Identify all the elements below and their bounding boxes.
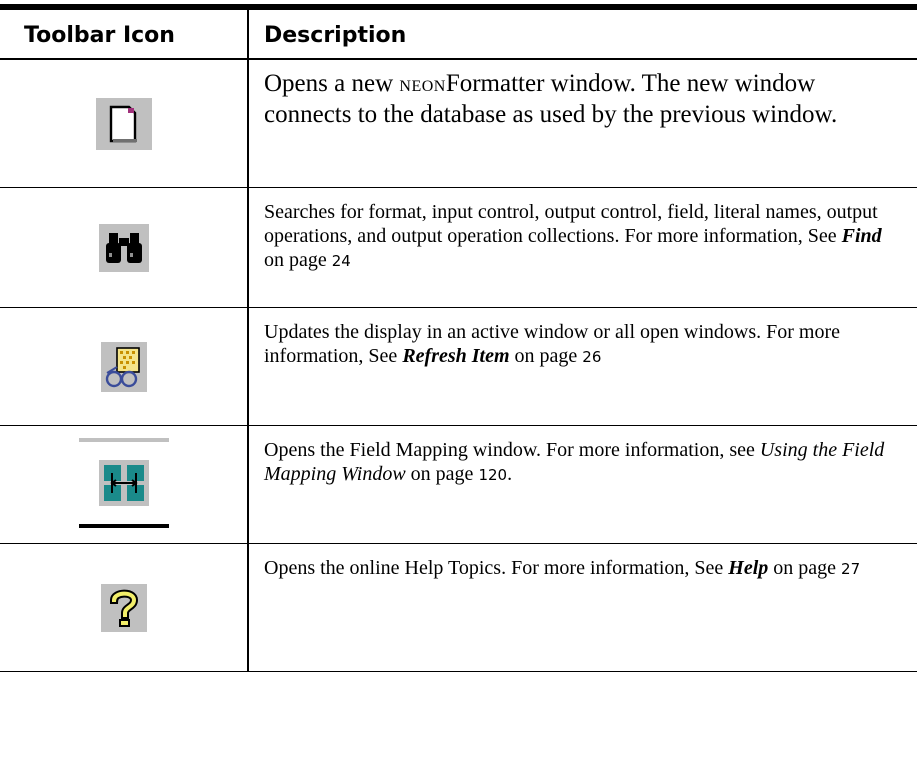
page-number: 27 (841, 560, 861, 578)
table-row-find: Searches for format, input control, outp… (0, 188, 917, 308)
description-help: Opens the online Help Topics. For more i… (249, 544, 917, 671)
description-text: Opens the online Help Topics. For more i… (264, 557, 729, 579)
table-row-refresh: Updates the display in an active window … (0, 308, 917, 426)
help-question-icon (100, 583, 147, 632)
xref-refresh-link[interactable]: Refresh Item (402, 345, 509, 367)
table-row-help: Opens the online Help Topics. For more i… (0, 544, 917, 672)
header-cell-description: Description (249, 10, 917, 58)
xref-help-link[interactable]: Help (728, 557, 768, 579)
header-cell-icon: Toolbar Icon (0, 10, 249, 58)
description-refresh: Updates the display in an active window … (249, 308, 917, 425)
description-text: on page (405, 463, 479, 485)
description-text: Searches for format, input control, outp… (264, 201, 878, 247)
description-field-mapping: Opens the Field Mapping window. For more… (249, 426, 917, 543)
table-header-row: Toolbar Icon Description (0, 10, 917, 60)
table-row-field-mapping: Opens the Field Mapping window. For more… (0, 426, 917, 544)
description-find: Searches for format, input control, outp… (249, 188, 917, 307)
refresh-item-icon (100, 341, 147, 392)
description-text: on page (509, 345, 583, 367)
description-text: Opens the Field Mapping window. For more… (264, 439, 760, 461)
toolbar-icon-table: Toolbar Icon Description Opens a new NEO… (0, 4, 917, 672)
icon-cell-new (0, 60, 249, 187)
icon-cell-find (0, 188, 249, 307)
description-text: on page (768, 557, 842, 579)
field-mapping-icon (78, 437, 169, 532)
binoculars-icon (98, 223, 149, 272)
page-number: 120 (478, 466, 508, 484)
table-row-new: Opens a new NEONFormatter window. The ne… (0, 60, 917, 188)
description-text: on page (264, 249, 332, 271)
page-number: 26 (582, 348, 602, 366)
neon-brand-text: NEON (399, 78, 446, 95)
xref-find-link[interactable]: Find (842, 225, 882, 247)
header-description: Description (264, 23, 407, 48)
description-new: Opens a new NEONFormatter window. The ne… (249, 60, 917, 187)
icon-cell-help (0, 544, 249, 671)
description-text: Opens a new (264, 70, 400, 97)
description-text: . (507, 463, 513, 485)
icon-cell-refresh (0, 308, 249, 425)
header-toolbar-icon: Toolbar Icon (24, 23, 175, 48)
page-number: 24 (331, 252, 351, 270)
icon-cell-field-mapping (0, 426, 249, 543)
new-document-icon (95, 97, 152, 150)
